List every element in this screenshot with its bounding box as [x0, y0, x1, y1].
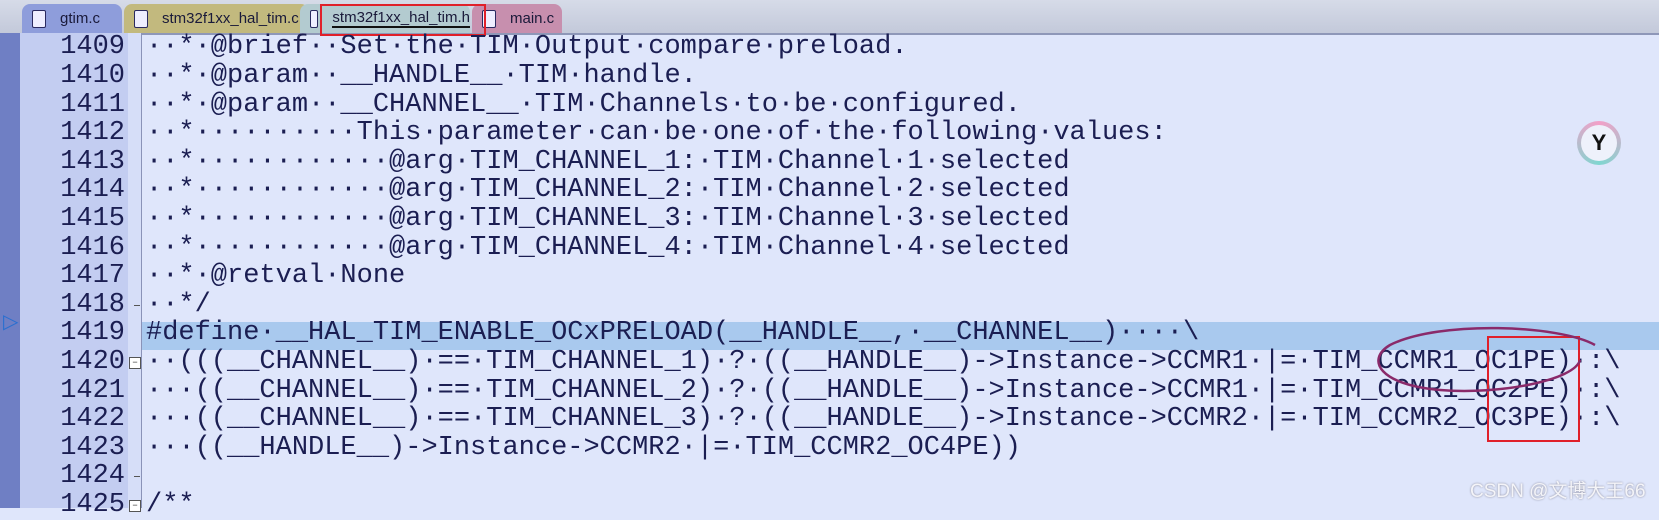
fold-end-mark [134, 304, 140, 306]
annotation-box-tab [320, 4, 486, 36]
left-margin [0, 33, 20, 508]
code-line[interactable]: ··*/ [146, 291, 211, 320]
line-number: 1422 [60, 404, 125, 435]
watermark: CSDN @文博大王66 [1470, 481, 1646, 502]
code-line[interactable]: #define·__HAL_TIM_ENABLE_OCxPRELOAD(__HA… [146, 319, 1199, 348]
code-line[interactable]: ··*·@retval·None [146, 262, 405, 291]
annotation-box-code [1487, 336, 1580, 442]
code-line[interactable]: /** [146, 491, 195, 520]
tab-label: stm32f1xx_hal_tim.c [162, 10, 299, 27]
line-number: 1410 [60, 60, 125, 91]
line-number: 1423 [60, 432, 125, 463]
code-line[interactable]: ··*············@arg·TIM_CHANNEL_3:·TIM·C… [146, 205, 1070, 234]
line-number: 1417 [60, 261, 125, 292]
line-number: 1415 [60, 203, 125, 234]
line-number: 1409 [60, 32, 125, 63]
triangle-right-icon: ▷ [3, 311, 19, 333]
tab-stm32f1xx-hal-tim-c[interactable]: stm32f1xx_hal_tim.c [124, 4, 309, 33]
code-line[interactable]: ··*··········This·parameter·can·be·one·o… [146, 119, 1167, 148]
line-number: 1416 [60, 232, 125, 263]
file-icon [32, 9, 46, 28]
line-number: 1412 [60, 118, 125, 149]
file-icon [134, 9, 148, 28]
code-line[interactable]: ··*·@param··__CHANNEL__·TIM·Channels·to·… [146, 90, 1021, 120]
fold-toggle-icon[interactable]: − [129, 356, 141, 369]
y-logo-glyph: Y [1581, 125, 1617, 161]
fold-end-mark [134, 476, 140, 478]
tab-label: main.c [510, 10, 555, 27]
code-line[interactable]: ···((__CHANNEL__)·==·TIM_CHANNEL_2)·?·((… [146, 376, 1620, 406]
line-number: 1424 [60, 461, 125, 492]
line-number: 1420 [60, 346, 125, 377]
line-number: 1413 [60, 146, 125, 177]
code-line[interactable]: ··*············@arg·TIM_CHANNEL_1:·TIM·C… [146, 148, 1070, 177]
line-number: 1411 [60, 89, 125, 120]
code-line[interactable]: ··*············@arg·TIM_CHANNEL_2:·TIM·C… [146, 176, 1070, 205]
line-number: 1419 [60, 318, 125, 349]
fold-column [128, 33, 142, 508]
tab-label: gtim.c [60, 10, 101, 27]
line-number: 1425 [60, 489, 125, 520]
code-line[interactable]: ··*·@brief··Set·the·TIM·Output·compare·p… [146, 33, 908, 62]
code-line[interactable]: ··*·@param··__HANDLE__·TIM·handle. [146, 62, 697, 91]
code-line[interactable]: ··*············@arg·TIM_CHANNEL_4:·TIM·C… [146, 233, 1070, 263]
line-number: 1418 [60, 289, 125, 320]
line-number: 1421 [60, 375, 125, 406]
y-logo-icon[interactable]: Y [1577, 121, 1621, 165]
code-line[interactable]: ···((__HANDLE__)->Instance->CCMR2·|=·TIM… [146, 434, 1021, 463]
fold-toggle-icon[interactable]: − [129, 499, 141, 512]
code-line[interactable]: ··(((__CHANNEL__)·==·TIM_CHANNEL_1)·?·((… [146, 348, 1620, 377]
tab-gtim-c[interactable]: gtim.c [22, 4, 122, 33]
code-line[interactable]: ···((__CHANNEL__)·==·TIM_CHANNEL_3)·?·((… [146, 405, 1620, 434]
file-icon [310, 9, 319, 28]
line-number: 1414 [60, 175, 125, 206]
